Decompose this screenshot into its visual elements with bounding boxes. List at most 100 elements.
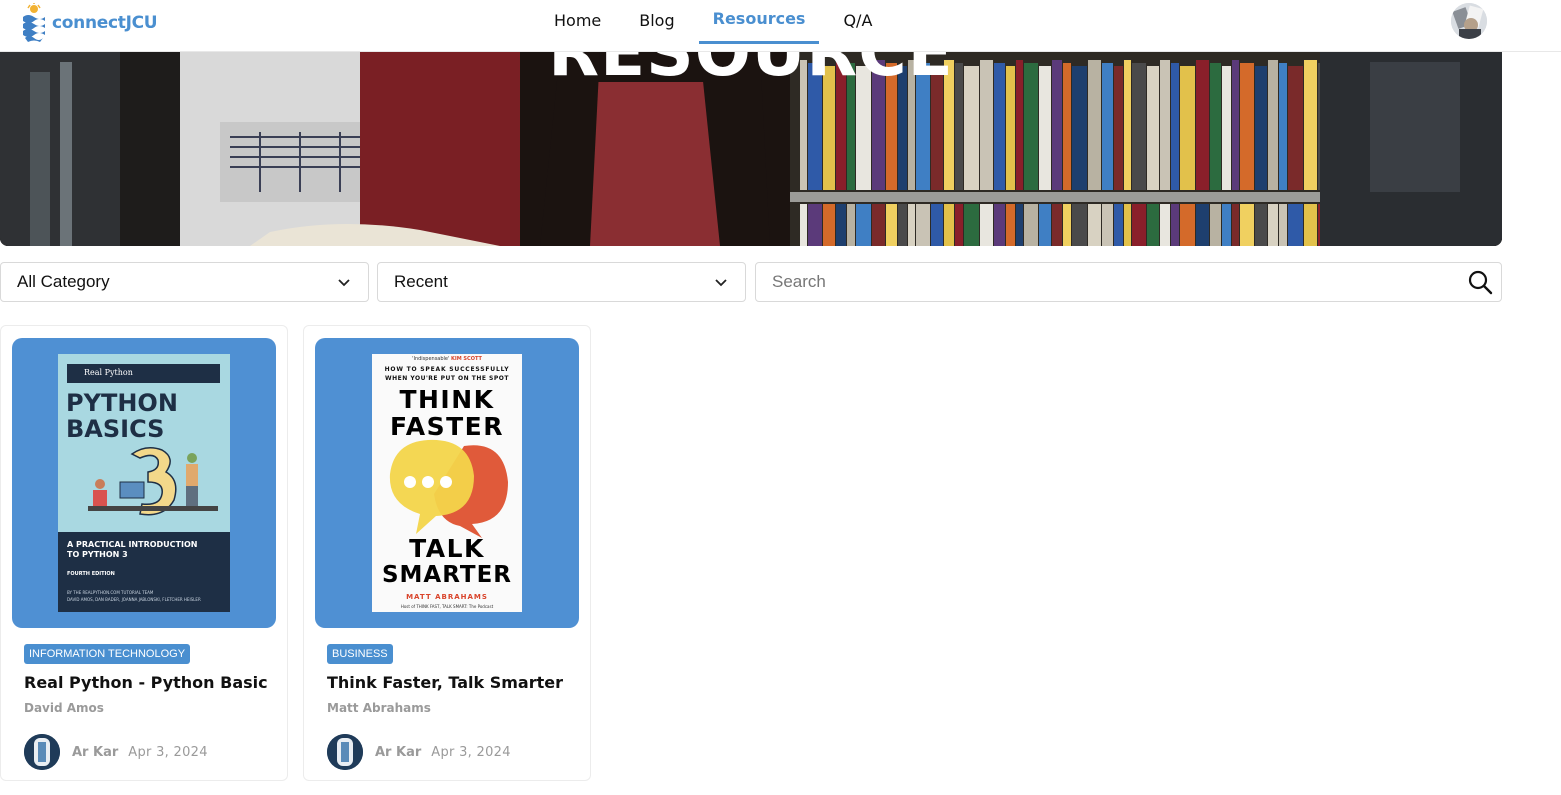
book-spine — [1024, 204, 1038, 246]
chevron-down-icon — [338, 279, 350, 287]
book-spine — [823, 204, 835, 246]
wave-shield-icon — [23, 3, 45, 42]
book-spine — [931, 204, 943, 246]
sort-select[interactable]: Recent — [377, 262, 746, 302]
book-spine — [1196, 204, 1209, 246]
cover-title-faster: FASTER — [390, 412, 504, 441]
cover-title-line1: PYTHON — [66, 389, 178, 417]
book-spine — [1016, 204, 1023, 246]
book-spine — [1210, 204, 1221, 246]
book-spine — [808, 204, 822, 246]
book-spine — [1063, 204, 1071, 246]
poster-avatar-image — [327, 734, 363, 770]
book-spine — [1160, 204, 1170, 246]
book-spine — [916, 204, 930, 246]
book-spine — [872, 204, 885, 246]
cover-title-smarter: SMARTER — [381, 562, 513, 588]
cover-subtitle-line2: TO PYTHON 3 — [67, 550, 128, 559]
top-navbar: connectJCU Home Blog Resources Q/A — [0, 0, 1561, 52]
cover-title-think: THINK — [399, 385, 495, 414]
book-spine — [1268, 204, 1278, 246]
cover-subtitle-line1: A PRACTICAL INTRODUCTION — [67, 540, 198, 549]
cover-author: MATT ABRAHAMS — [406, 593, 488, 601]
resource-author: David Amos — [24, 701, 104, 715]
resource-author: Matt Abrahams — [327, 701, 431, 715]
chevron-down-icon — [715, 279, 727, 287]
poster-avatar-image — [24, 734, 60, 770]
book-spine — [886, 204, 897, 246]
resource-cover[interactable]: Real Python PYTHON BASICS A PRACTICAL IN… — [12, 338, 276, 628]
resource-meta: Ar Kar Apr 3, 2024 — [24, 734, 208, 770]
hero-banner: RESOURCE — [0, 52, 1502, 246]
book-spine — [1039, 204, 1051, 246]
cover-credit-line1: BY THE REALPYTHON.COM TUTORIAL TEAM — [67, 590, 154, 595]
cover-edition: FOURTH EDITION — [67, 571, 115, 577]
book-spine — [1232, 204, 1239, 246]
category-select[interactable]: All Category — [0, 262, 369, 302]
book-spine — [994, 204, 1005, 246]
cover-tagline2: WHEN YOU'RE PUT ON THE SPOT — [385, 375, 509, 382]
book-spine — [1006, 204, 1015, 246]
book-spine — [1180, 204, 1195, 246]
search-icon[interactable] — [1467, 269, 1493, 295]
cover-title-talk: TALK — [409, 534, 485, 563]
book-spine — [1102, 204, 1113, 246]
poster-name[interactable]: Ar Kar — [375, 745, 421, 760]
book-spine — [1288, 204, 1303, 246]
nav-home[interactable]: Home — [540, 0, 615, 44]
book-cover-python-basics: Real Python PYTHON BASICS A PRACTICAL IN… — [58, 354, 230, 612]
search-box — [755, 262, 1502, 302]
book-spine — [836, 204, 846, 246]
search-input[interactable] — [772, 272, 1467, 292]
book-spine — [908, 204, 915, 246]
book-spine — [800, 204, 807, 246]
book-spine — [944, 204, 954, 246]
resource-card[interactable]: Real Python PYTHON BASICS A PRACTICAL IN… — [0, 325, 288, 781]
category-badge[interactable]: BUSINESS — [327, 644, 393, 664]
logo[interactable]: connectJCU — [20, 2, 158, 44]
posted-date: Apr 3, 2024 — [128, 744, 208, 760]
book-cover-think-faster: 'Indispensable' KIM SCOTT HOW TO SPEAK S… — [372, 354, 522, 612]
poster-avatar[interactable] — [327, 734, 363, 770]
posted-date: Apr 3, 2024 — [431, 744, 511, 760]
book-spine — [847, 204, 855, 246]
hero-title: RESOURCE — [548, 52, 954, 91]
resource-meta: Ar Kar Apr 3, 2024 — [327, 734, 511, 770]
logo-text: connectJCU — [52, 13, 158, 33]
book-spine — [1132, 204, 1146, 246]
book-spine — [964, 204, 979, 246]
sort-select-value: Recent — [394, 272, 448, 291]
book-spine — [955, 204, 963, 246]
cover-host-line: Host of THINK FAST, TALK SMART: The Podc… — [400, 604, 494, 609]
nav-links: Home Blog Resources Q/A — [540, 0, 896, 44]
cover-blurb-prefix: 'Indispensable' — [412, 356, 450, 362]
book-spine — [1240, 204, 1254, 246]
nav-qa[interactable]: Q/A — [829, 0, 886, 44]
nav-blog[interactable]: Blog — [625, 0, 688, 44]
category-select-value: All Category — [17, 272, 110, 291]
book-spine — [1147, 204, 1159, 246]
resource-title[interactable]: Real Python - Python Basic — [24, 673, 268, 692]
book-spine — [1124, 204, 1131, 246]
resource-card[interactable]: 'Indispensable' KIM SCOTT HOW TO SPEAK S… — [303, 325, 591, 781]
book-spine — [1052, 204, 1062, 246]
book-spine — [856, 204, 871, 246]
book-spine — [1255, 204, 1267, 246]
user-avatar-image — [1451, 3, 1487, 39]
poster-avatar[interactable] — [24, 734, 60, 770]
book-spine — [1304, 204, 1317, 246]
cover-tagline1: HOW TO SPEAK SUCCESSFULLY — [384, 366, 510, 373]
user-avatar[interactable] — [1451, 3, 1487, 39]
nav-resources[interactable]: Resources — [698, 0, 820, 44]
cover-title-line2: BASICS — [66, 415, 165, 443]
book-spine — [898, 204, 907, 246]
resource-title[interactable]: Think Faster, Talk Smarter — [327, 673, 563, 692]
category-badge[interactable]: INFORMATION TECHNOLOGY — [24, 644, 191, 664]
book-spine — [1222, 204, 1231, 246]
poster-name[interactable]: Ar Kar — [72, 745, 118, 760]
book-spine — [1072, 204, 1087, 246]
resource-cover[interactable]: 'Indispensable' KIM SCOTT HOW TO SPEAK S… — [315, 338, 579, 628]
book-spine — [1279, 204, 1287, 246]
cover-blurb-name: KIM SCOTT — [450, 356, 482, 362]
book-spine — [1114, 204, 1123, 246]
